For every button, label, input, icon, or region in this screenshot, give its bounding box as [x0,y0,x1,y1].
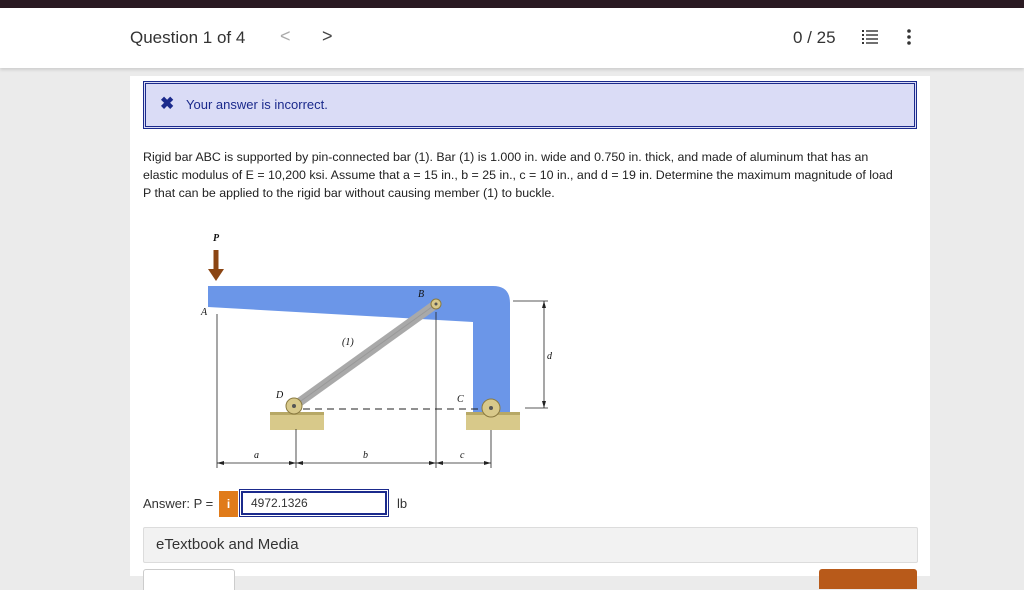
label-dim-d: d [547,351,553,362]
label-c-point: C [457,394,464,405]
answer-label: Answer: P = [143,496,214,511]
etextbook-media-panel[interactable]: eTextbook and Media [143,527,918,563]
load-arrow-head [208,269,224,281]
problem-line: P that can be applied to the rigid bar w… [143,186,555,200]
problem-statement: Rigid bar ABC is supported by pin-connec… [143,148,918,202]
answer-input[interactable] [239,489,389,517]
question-header: Question 1 of 4 < > 0 / 25 [0,8,1024,68]
top-strip [0,0,1024,8]
label-dim-a: a [254,450,259,461]
problem-line: elastic modulus of E = 10,200 ksi. Assum… [143,168,893,182]
problem-line: Rigid bar ABC is supported by pin-connec… [143,150,869,164]
primary-button[interactable] [819,569,917,589]
label-a-point: A [200,307,208,318]
answer-unit: lb [397,496,408,511]
label-p: P [213,233,220,244]
feedback-message: Your answer is incorrect. [186,97,328,112]
label-dim-b: b [363,450,368,461]
label-member-1: (1) [342,337,354,348]
question-counter: Question 1 of 4 [130,28,246,47]
rigid-bar-abc [208,286,510,414]
incorrect-answer-banner: ✖ Your answer is incorrect. [143,81,917,129]
secondary-button[interactable] [143,569,235,590]
label-dim-c: c [460,450,465,461]
x-icon: ✖ [160,94,175,113]
more-options-icon[interactable] [904,28,914,46]
question-content: ✖ Your answer is incorrect. Rigid bar AB… [130,76,930,590]
question-list-icon[interactable] [862,30,878,44]
info-icon[interactable]: i [219,491,238,517]
label-b-point: B [418,289,424,300]
next-question-button[interactable]: > [322,26,333,47]
previous-question-button[interactable]: < [280,26,291,47]
problem-diagram: P A B C D (1) a b c d [200,233,553,468]
etextbook-media-label: eTextbook and Media [156,536,299,553]
label-d-point: D [275,390,284,401]
score-display: 0 / 25 [793,28,836,47]
support-d [270,414,324,430]
